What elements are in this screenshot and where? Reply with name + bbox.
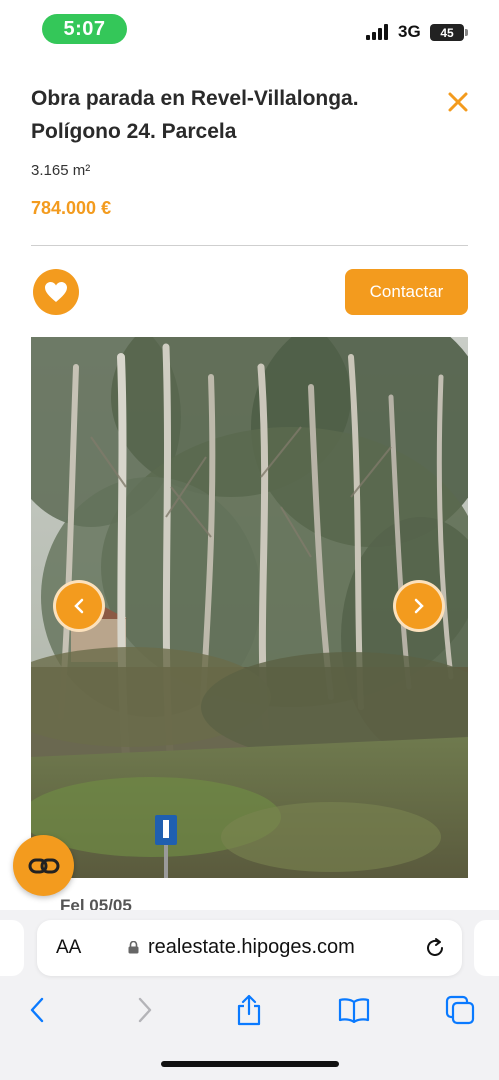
photo-counter-cutoff: Fel 05/05 [60,896,132,910]
heart-icon [45,282,67,302]
back-button[interactable] [21,994,53,1026]
forward-button[interactable] [129,994,161,1026]
battery-icon: 45 [430,24,468,41]
bookmarks-button[interactable] [338,994,370,1026]
url-text: realestate.hipoges.com [148,936,355,958]
lock-icon [128,941,139,954]
listing-area: 3.165 m² [31,162,91,179]
next-tab-preview[interactable] [474,920,499,976]
listing-title: Obra parada en Revel-Villalonga. Polígon… [31,87,359,143]
previous-tab-preview[interactable] [0,920,24,976]
status-bar: 5:07 3G 45 [0,0,499,58]
browser-toolbar: AA realestate.hipoges.com [0,910,499,1080]
browser-nav-bar [0,990,499,1030]
network-type: 3G [398,22,421,41]
home-indicator [161,1061,339,1067]
divider [31,245,468,246]
reload-icon[interactable] [423,936,447,960]
address-bar[interactable]: AA realestate.hipoges.com [37,920,462,976]
status-time: 5:07 [42,14,127,44]
back-icon [30,997,44,1023]
contact-button[interactable]: Contactar [345,269,468,315]
chevron-right-icon [414,598,424,614]
share-icon [237,994,261,1026]
next-photo-button[interactable] [393,580,445,632]
reader-settings-button[interactable]: AA [56,937,81,959]
favorite-button[interactable] [33,269,79,315]
link-icon [28,858,59,873]
share-link-button[interactable] [13,835,74,896]
chevron-left-icon [74,598,84,614]
share-button[interactable] [233,994,265,1026]
listing-price: 784.000 € [31,198,112,218]
previous-photo-button[interactable] [53,580,105,632]
tabs-button[interactable] [444,994,476,1026]
listing-card: Obra parada en Revel-Villalonga. Polígon… [0,58,499,910]
close-icon[interactable] [444,90,472,118]
bookmarks-icon [338,998,370,1023]
signal-icon [366,24,390,40]
forward-icon [138,997,152,1023]
tabs-icon [445,995,475,1025]
